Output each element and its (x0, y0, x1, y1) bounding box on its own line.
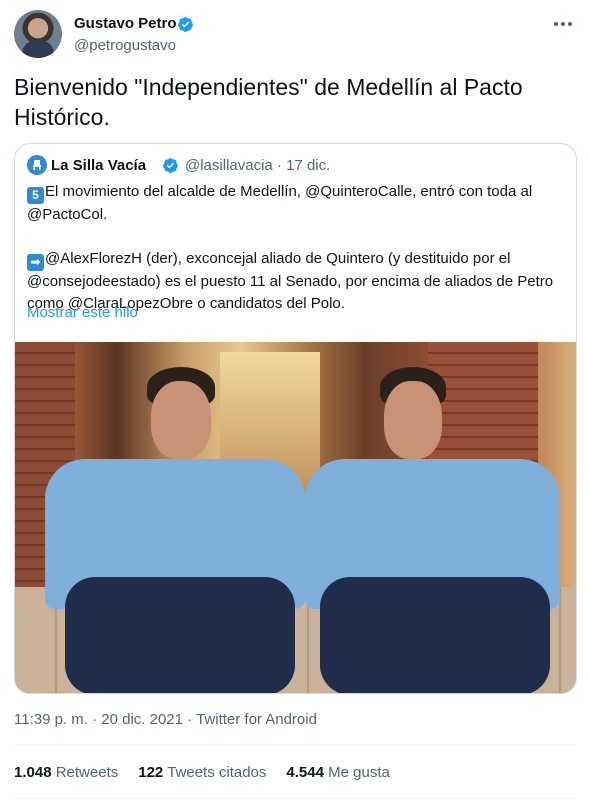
quoted-line-3-text: @AlexFlorezH (der), exconcejal aliado de… (45, 250, 511, 267)
quoted-tweet-text: 5 El movimiento del alcalde de Medellín, … (27, 181, 567, 315)
author-handle[interactable]: @petrogustavo (74, 37, 176, 54)
quote-tweets-stat[interactable]: 122 Tweets citados (138, 764, 266, 784)
quoted-verified-badge-icon (163, 158, 178, 173)
author-name[interactable]: Gustavo Petro (74, 15, 177, 32)
avatar-figure (22, 40, 54, 58)
show-thread-link[interactable]: Mostrar este hilo (27, 304, 138, 321)
likes-stat[interactable]: 4.544 Me gusta (286, 764, 389, 784)
quoted-line-4: @consejodeestado) es el puesto 11 al Sen… (27, 273, 554, 290)
chair-logo-icon (33, 160, 41, 170)
more-options-icon[interactable] (550, 14, 576, 34)
retweets-stat[interactable]: 1.048 Retweets (14, 764, 118, 784)
quoted-line-3: ➡ @AlexFlorezH (der), exconcejal aliado d… (27, 248, 567, 271)
photo-person-left (35, 367, 305, 693)
quoted-author-name[interactable]: La Silla Vacía (51, 157, 146, 174)
author-avatar[interactable] (14, 10, 62, 58)
right-arrow-emoji: ➡ (27, 254, 44, 271)
quoted-tweet-photo[interactable] (15, 342, 576, 693)
quoted-line-1-text: El movimiento del alcalde de Medellín, @… (45, 183, 533, 200)
tweet-source[interactable]: Twitter for Android (196, 711, 317, 728)
photo-person-right (300, 367, 570, 693)
tweet-stats: 1.048 Retweets 122 Tweets citados 4.544 … (14, 764, 390, 784)
keycap-five-emoji: 5 (27, 187, 44, 204)
divider-top (14, 744, 576, 745)
quoted-line-1: 5 El movimiento del alcalde de Medellín, … (27, 181, 567, 204)
quoted-tweet-card[interactable]: La Silla Vacía @lasillavacia · 17 dic. 5… (14, 143, 577, 694)
quoted-tweet-header: La Silla Vacía @lasillavacia · 17 dic. (27, 155, 557, 177)
verified-badge-icon (178, 17, 193, 32)
tweet-text: Bienvenido "Independientes" de Medellín … (14, 74, 523, 130)
tweet-meta: 11:39 p. m. · 20 dic. 2021 · Twitter for… (14, 711, 317, 728)
quoted-handle-date: @lasillavacia · 17 dic. (185, 157, 331, 174)
tweet-timestamp[interactable]: 11:39 p. m. · 20 dic. 2021 · (14, 711, 196, 728)
quoted-author-avatar[interactable] (27, 155, 47, 175)
divider-bottom (14, 798, 576, 799)
quoted-line-2: @PactoCol. (27, 206, 108, 223)
tweet-header: Gustavo Petro @petrogustavo (14, 10, 576, 58)
